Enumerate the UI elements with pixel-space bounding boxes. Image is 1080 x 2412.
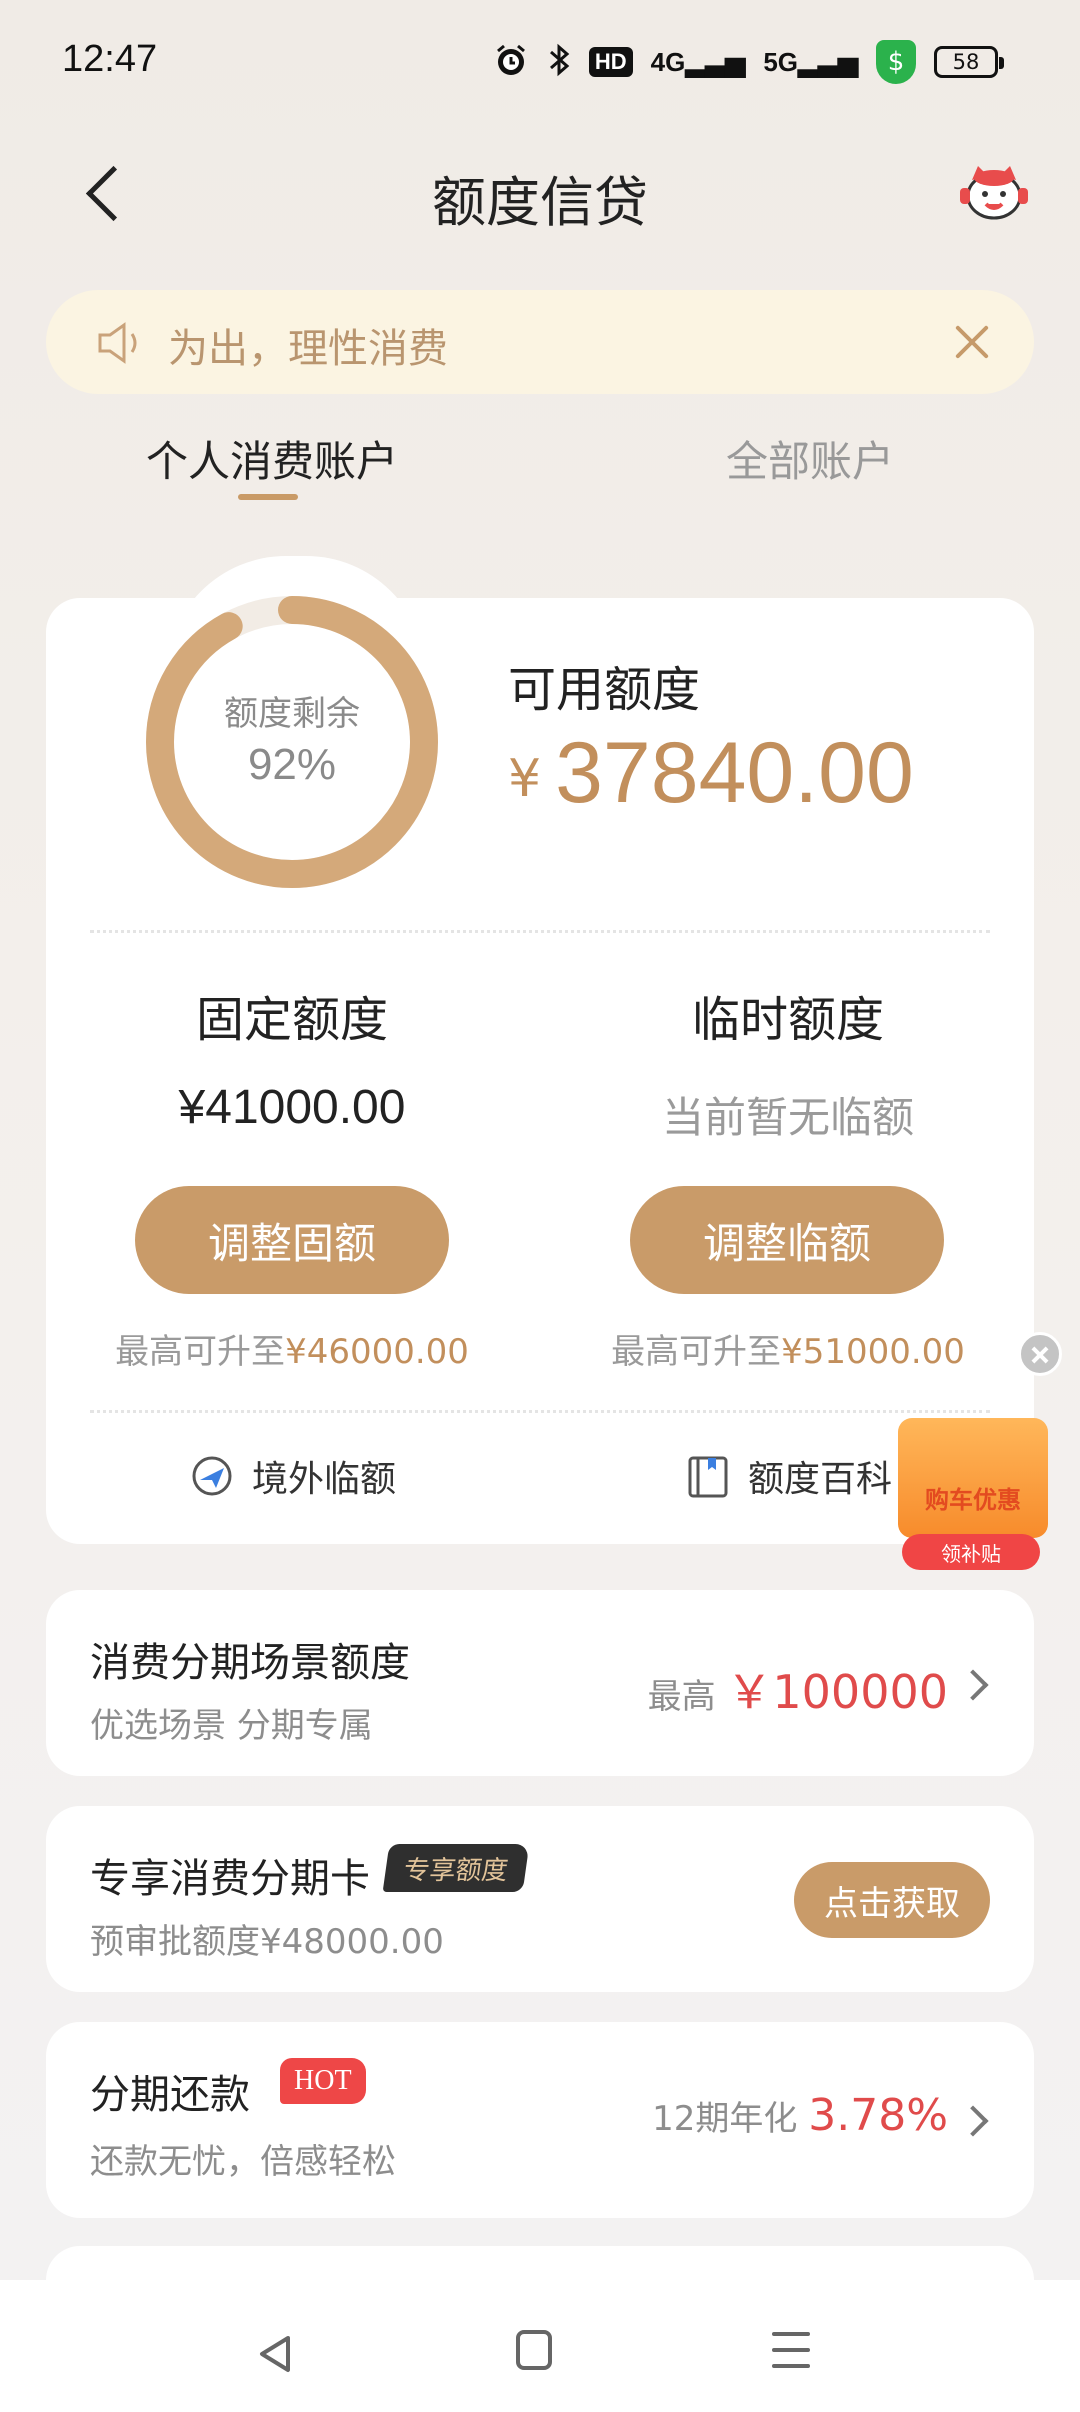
temp-limit-value: 当前暂无临额 (661, 1093, 914, 1142)
nav-menu-icon[interactable] (772, 2330, 810, 2370)
fixed-limit-title: 固定额度 (195, 992, 388, 1048)
chevron-right-icon (957, 2105, 989, 2137)
speaker-icon (96, 320, 146, 366)
status-bar: 12:47 HD 4G▂▃▅ 5G▂▃▅ $ 58 (0, 0, 1080, 120)
fixed-max-value: ¥46000.00 (285, 1332, 469, 1372)
adjust-temp-button[interactable]: 调整临额 (630, 1186, 944, 1294)
divider (90, 1410, 990, 1413)
battery-level: 58 (952, 50, 980, 74)
plane-icon (190, 1454, 234, 1498)
shield-icon: $ (876, 40, 916, 84)
car-promo-widget[interactable]: 购车优惠 领补贴 (888, 1402, 1068, 1578)
close-icon[interactable] (946, 316, 998, 368)
book-icon (686, 1454, 730, 1498)
tab-all-accounts[interactable]: 全部账户 (726, 428, 894, 489)
card-subtitle: 优选场景 分期专属 (90, 1706, 373, 1746)
promo-close-button[interactable] (1018, 1332, 1062, 1376)
battery-icon: 58 (934, 46, 1004, 78)
overseas-temp-link[interactable]: 境外临额 (190, 1450, 396, 1502)
network-4g-label: 4G (650, 46, 686, 77)
status-time: 12:47 (62, 38, 158, 80)
adjust-fixed-button[interactable]: 调整固额 (135, 1186, 449, 1294)
temp-max-value: ¥51000.00 (781, 1332, 965, 1372)
available-amount: 37840.00 (555, 725, 914, 821)
available-label: 可用额度 (508, 662, 701, 718)
divider (90, 930, 990, 933)
available-value: ¥37840.00 (508, 724, 914, 823)
ring-percent: 92% (247, 740, 337, 789)
exclusive-badge: 专享额度 (382, 1844, 530, 1892)
meta-value: 3.78% (808, 2090, 948, 2141)
notice-text: 为出，理性消费 (168, 326, 448, 372)
installment-repay-card[interactable]: 分期还款 HOT 还款无忧，倍感轻松 12期年化 3.78% (46, 2022, 1034, 2218)
fixed-limit-value: ¥41000.00 (178, 1081, 406, 1134)
active-tab-indicator (238, 494, 298, 500)
alarm-icon (493, 42, 529, 82)
card-subtitle: 预审批额度¥48000.00 (90, 1922, 444, 1962)
get-now-button[interactable]: 点击获取 (794, 1862, 990, 1938)
meta-prefix: 12期年化 (652, 2099, 798, 2139)
page-title: 额度信贷 (432, 171, 648, 234)
notice-bar: 为出，理性消费 (46, 290, 1034, 394)
card-title: 分期还款 (90, 2072, 250, 2118)
bluetooth-icon (547, 42, 571, 82)
card-title: 专享消费分期卡 (90, 1856, 370, 1902)
card-subtitle: 还款无忧，倍感轻松 (90, 2142, 396, 2182)
meta-value: ￥100000 (726, 1665, 948, 1719)
card-meta: 12期年化 3.78% (652, 2090, 948, 2141)
credit-wiki-label: 额度百科 (748, 1459, 893, 1500)
hot-badge: HOT (280, 2058, 366, 2104)
nav-back-icon[interactable] (256, 2334, 296, 2374)
credit-wiki-link[interactable]: 额度百科 (686, 1450, 892, 1502)
temp-max-prefix: 最高可升至 (611, 1332, 782, 1372)
meta-prefix: 最高 (647, 1677, 716, 1717)
hd-icon: HD (588, 47, 633, 77)
tab-personal-account[interactable]: 个人消费账户 (146, 428, 398, 489)
temp-limit-title: 临时额度 (691, 992, 884, 1048)
status-icons: HD 4G▂▃▅ 5G▂▃▅ $ 58 (493, 38, 1004, 86)
5g-signal-icon: 5G▂▃▅ (763, 46, 858, 77)
chevron-right-icon (957, 1669, 989, 1701)
fixed-max-text: 最高可升至¥46000.00 (92, 1324, 492, 1373)
currency-symbol: ¥ (508, 749, 542, 809)
exclusive-installment-card[interactable]: 专享消费分期卡 专享额度 预审批额度¥48000.00 点击获取 (46, 1806, 1034, 1992)
promo-pill: 领补贴 (902, 1534, 1040, 1570)
4g-signal-icon: 4G▂▃▅ (650, 46, 746, 77)
promo-title: 购车优惠 (925, 1486, 1021, 1514)
temp-max-text: 最高可升至¥51000.00 (588, 1324, 988, 1373)
overseas-temp-label: 境外临额 (252, 1459, 397, 1500)
mascot-icon[interactable] (958, 158, 1030, 230)
network-5g-label: 5G (763, 46, 798, 77)
card-meta: 最高 ￥100000 (648, 1656, 948, 1722)
nav-home-icon[interactable] (516, 2330, 552, 2370)
ring-label: 额度剩余 (224, 694, 360, 734)
card-title: 消费分期场景额度 (90, 1640, 410, 1686)
installment-scene-card[interactable]: 消费分期场景额度 优选场景 分期专属 最高 ￥100000 (46, 1590, 1034, 1776)
promo-card-graphic (898, 1418, 1048, 1538)
fixed-max-prefix: 最高可升至 (115, 1332, 286, 1372)
